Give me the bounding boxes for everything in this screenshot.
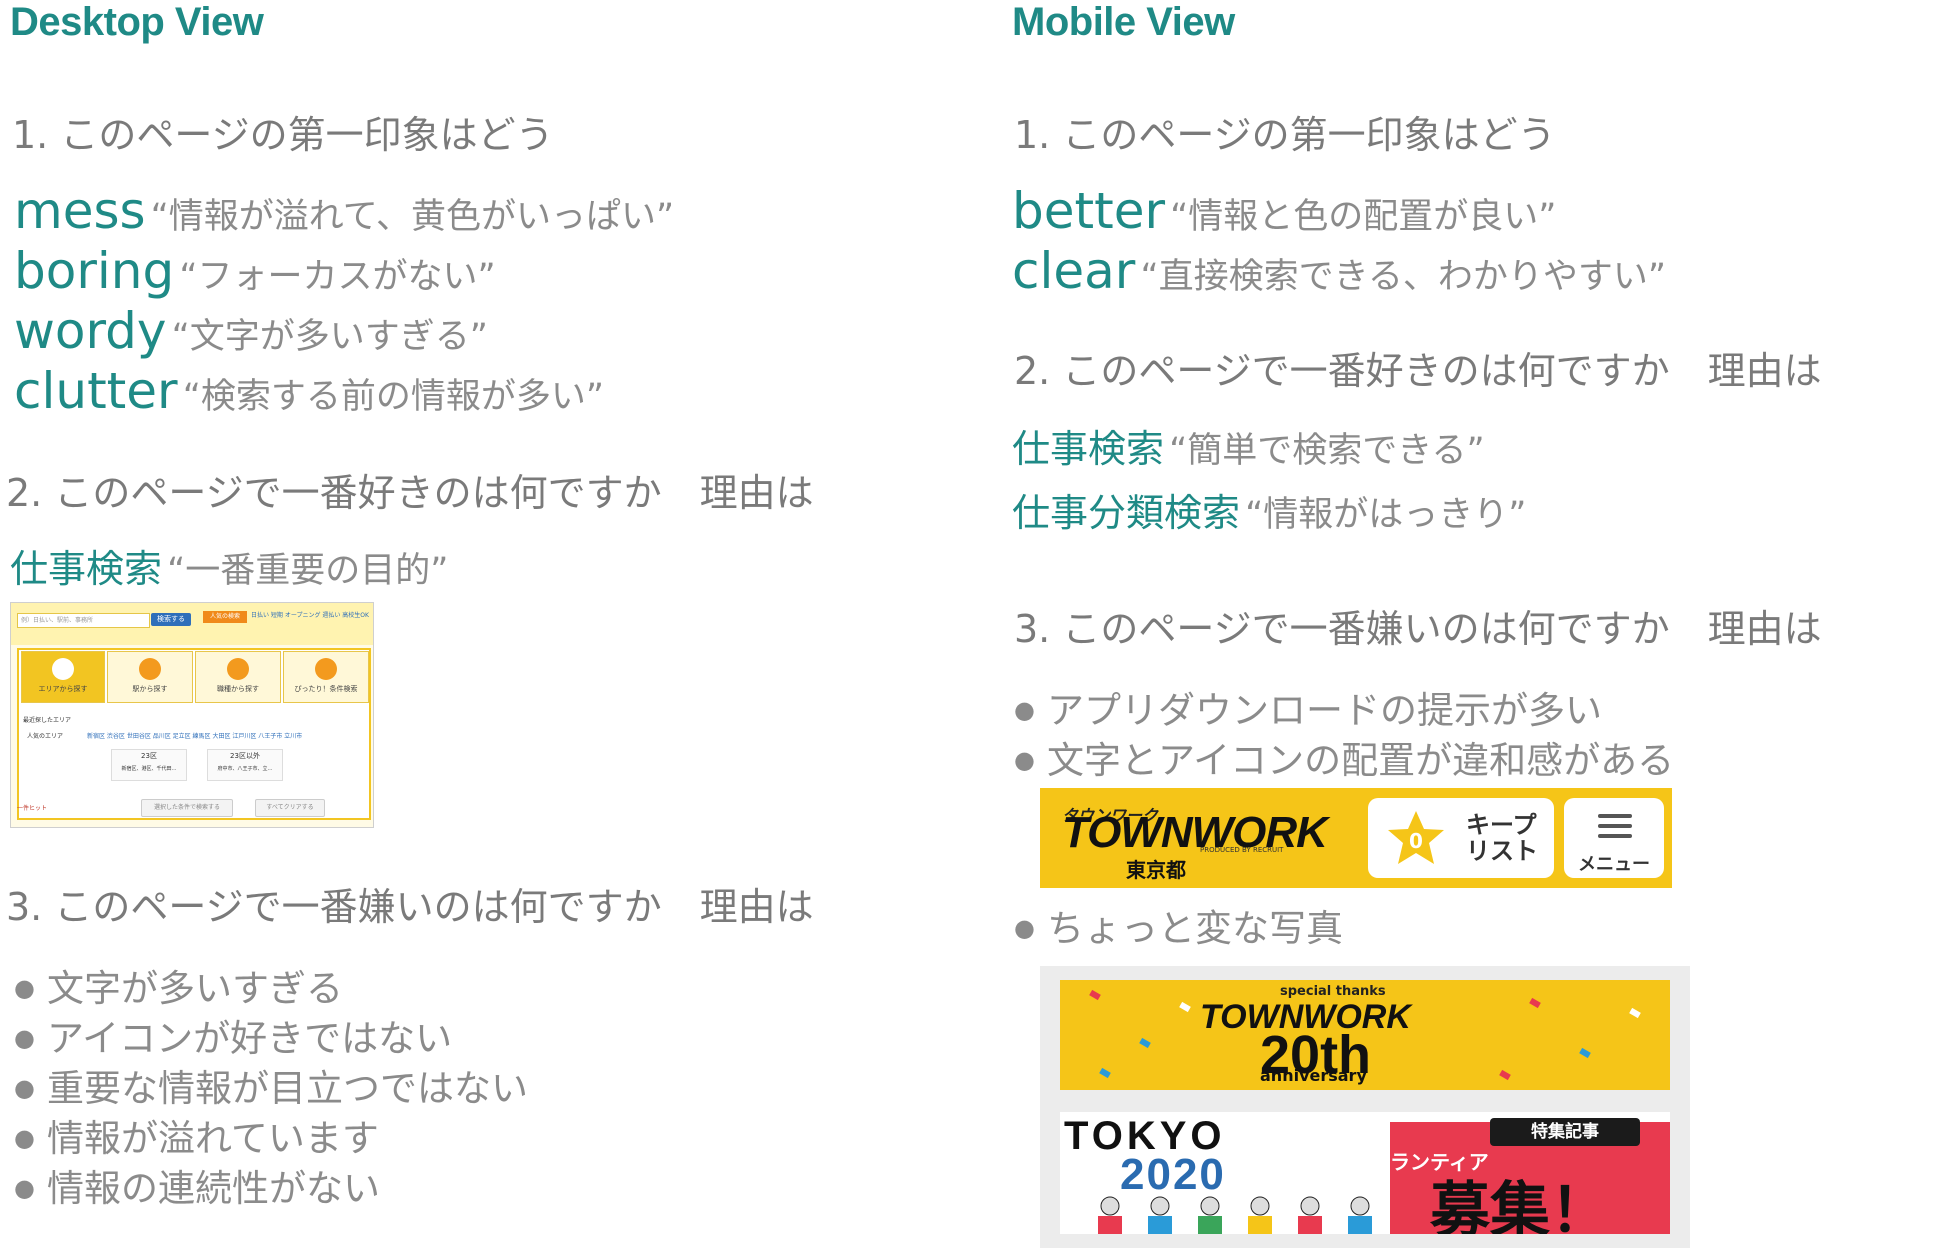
desktop-impression-2: boring “フォーカスがない”: [14, 242, 496, 300]
impression-quote: “情報が溢れて、黄色がいっぱい”: [150, 197, 675, 237]
tab-job-type: 職種から探す: [195, 651, 281, 703]
dislike-text: ちょっと変な写真: [1046, 907, 1343, 950]
mobile-heading: Mobile View: [1012, 0, 1235, 44]
desktop-dislike-1: ● 文字が多いすぎる: [14, 967, 343, 1010]
mobile-like-1: 仕事検索 “簡単で検索できる”: [1012, 418, 1485, 473]
popular-search-label: 人気の検索: [203, 611, 247, 623]
impression-term: boring: [14, 242, 175, 300]
feature-badge: 特集記事: [1490, 1118, 1640, 1146]
desktop-impression-1: mess “情報が溢れて、黄色がいっぱい”: [14, 182, 674, 240]
banner2-main: 募集！: [1430, 1176, 1610, 1234]
search-selected-button: 選択した条件で検索する: [141, 799, 233, 817]
tab-area: エリアから探す: [21, 651, 105, 703]
dislike-text: アプリダウンロードの提示が多い: [1046, 689, 1602, 732]
box-sub: 府中市、八王子市、立…: [217, 766, 273, 772]
mobile-question-1: 1. このページの第一印象はどう: [1014, 113, 1556, 157]
impression-quote: “情報と色の配置が良い”: [1170, 197, 1557, 237]
dislike-text: 情報の連続性がない: [46, 1167, 380, 1210]
keep-count: 0: [1409, 829, 1423, 853]
desktop-dislike-2: ● アイコンが好きではない: [14, 1017, 453, 1060]
desktop-heading: Desktop View: [10, 0, 264, 44]
area-box-other: 23区以外府中市、八王子市、立…: [207, 749, 283, 781]
like-term: 仕事検索: [1012, 427, 1165, 471]
tab-conditions: ぴったり！条件検索: [283, 651, 369, 703]
popular-area-label: 人気のエリア: [27, 733, 64, 740]
like-term: 仕事検索: [10, 547, 163, 591]
banner1-line4: anniversary: [1260, 1066, 1367, 1085]
impression-quote: “フォーカスがない”: [179, 257, 496, 297]
desktop-question-1: 1. このページの第一印象はどう: [12, 113, 554, 157]
volunteer-banner: TOKYO 2020 特集記事 ボランティア 募集！: [1060, 1112, 1670, 1234]
magnifier-icon: [315, 658, 337, 680]
mobile-dislike-3: ● ちょっと変な写真: [1014, 907, 1343, 950]
desktop-dislike-3: ● 重要な情報が目立つではない: [14, 1067, 528, 1110]
like-quote: “情報がはっきり”: [1245, 495, 1527, 535]
hamburger-icon: [1598, 814, 1632, 844]
produced-by: PRODUCED BY RECRUIT: [1200, 846, 1284, 854]
menu-button: メニュー: [1564, 798, 1664, 878]
dislike-text: 文字が多いすぎる: [46, 967, 343, 1010]
mobile-question-3: 3. このページで一番嫌いのは何ですか 理由は: [1014, 607, 1822, 651]
desktop-impression-3: wordy “文字が多いすぎる”: [14, 302, 488, 360]
like-quote: “一番重要の目的”: [167, 551, 449, 591]
tab-station: 駅から探す: [107, 651, 193, 703]
box-title: 23区: [141, 752, 157, 760]
box-title: 23区以外: [230, 752, 260, 760]
clear-all-button: すべてクリアする: [255, 799, 325, 817]
tab-label: 職種から探す: [217, 685, 259, 693]
mobile-question-2: 2. このページで一番好きのは何ですか 理由は: [1014, 349, 1822, 393]
search-input: 例）日払い、駅前、事務所: [17, 613, 150, 628]
uniform-icon: [227, 658, 249, 680]
townwork-mobile-header: タウンワーク TOWNWORK PRODUCED BY RECRUIT 東京都 …: [1040, 788, 1672, 888]
impression-term: better: [1012, 182, 1166, 240]
prefecture-label: 東京都: [1126, 858, 1186, 882]
tab-label: ぴったり！条件検索: [294, 685, 358, 693]
like-quote: “簡単で検索できる”: [1169, 431, 1485, 471]
impression-term: mess: [14, 182, 146, 240]
impression-quote: “文字が多いすぎる”: [171, 317, 488, 357]
tab-label: 駅から探す: [132, 685, 168, 693]
mobile-dislike-1: ● アプリダウンロードの提示が多い: [1014, 689, 1602, 732]
dislike-text: アイコンが好きではない: [46, 1017, 453, 1060]
mobile-dislike-2: ● 文字とアイコンの配置が違和感がある: [1014, 739, 1675, 782]
keep-list-label: キープリスト: [1466, 811, 1538, 865]
map-icon: [52, 658, 74, 680]
desktop-question-3: 3. このページで一番嫌いのは何ですか 理由は: [6, 885, 814, 929]
banner-images: special thanks TOWNWORK 20th anniversary…: [1040, 966, 1690, 1248]
star-icon: 0: [1388, 811, 1444, 864]
keep-list-button: 0 キープリスト: [1368, 798, 1554, 878]
impression-quote: “直接検索できる、わかりやすい”: [1140, 257, 1667, 297]
impression-term: wordy: [14, 302, 167, 360]
desktop-search-screenshot: 例）日払い、駅前、事務所 検索する 人気の検索 日払い 短期 オープニング 週払…: [10, 602, 374, 828]
anniversary-banner: special thanks TOWNWORK 20th anniversary: [1060, 980, 1670, 1090]
impression-term: clear: [1012, 242, 1136, 300]
like-term: 仕事分類検索: [1012, 491, 1241, 535]
desktop-impression-4: clutter “検索する前の情報が多い”: [14, 362, 604, 420]
mobile-impression-1: better “情報と色の配置が良い”: [1012, 182, 1556, 240]
desktop-dislike-4: ● 情報が溢れています: [14, 1117, 379, 1160]
banner1-line1: special thanks: [1280, 984, 1386, 999]
area-links: 新宿区 渋谷区 世田谷区 品川区 足立区 練馬区 大田区 江戸川区 八王子市 立…: [87, 733, 303, 740]
people-illustration: [1098, 1196, 1372, 1234]
menu-label: メニュー: [1578, 854, 1650, 875]
desktop-dislike-5: ● 情報の連続性がない: [14, 1167, 380, 1210]
mobile-impression-2: clear “直接検索できる、わかりやすい”: [1012, 242, 1666, 300]
dislike-text: 情報が溢れています: [46, 1117, 379, 1160]
train-icon: [139, 658, 161, 680]
dislike-text: 重要な情報が目立つではない: [46, 1067, 528, 1110]
area-box-23ku: 23区新宿区、港区、千代田…: [111, 749, 187, 781]
hit-count: 一件ヒット: [17, 805, 48, 812]
desktop-like-1: 仕事検索 “一番重要の目的”: [10, 538, 448, 593]
recent-area-label: 最近探したエリア: [23, 717, 72, 724]
townwork-logo: TOWNWORK: [1062, 808, 1328, 857]
popular-tags: 日払い 短期 オープニング 週払い 高校生OK: [251, 612, 369, 619]
tab-label: エリアから探す: [38, 685, 88, 693]
mobile-like-2: 仕事分類検索 “情報がはっきり”: [1012, 482, 1526, 537]
search-button: 検索する: [151, 613, 191, 626]
impression-quote: “検索する前の情報が多い”: [182, 377, 604, 417]
dislike-text: 文字とアイコンの配置が違和感がある: [1046, 739, 1675, 782]
desktop-question-2: 2. このページで一番好きのは何ですか 理由は: [6, 471, 814, 515]
box-sub: 新宿区、港区、千代田…: [121, 766, 177, 772]
impression-term: clutter: [14, 362, 178, 420]
